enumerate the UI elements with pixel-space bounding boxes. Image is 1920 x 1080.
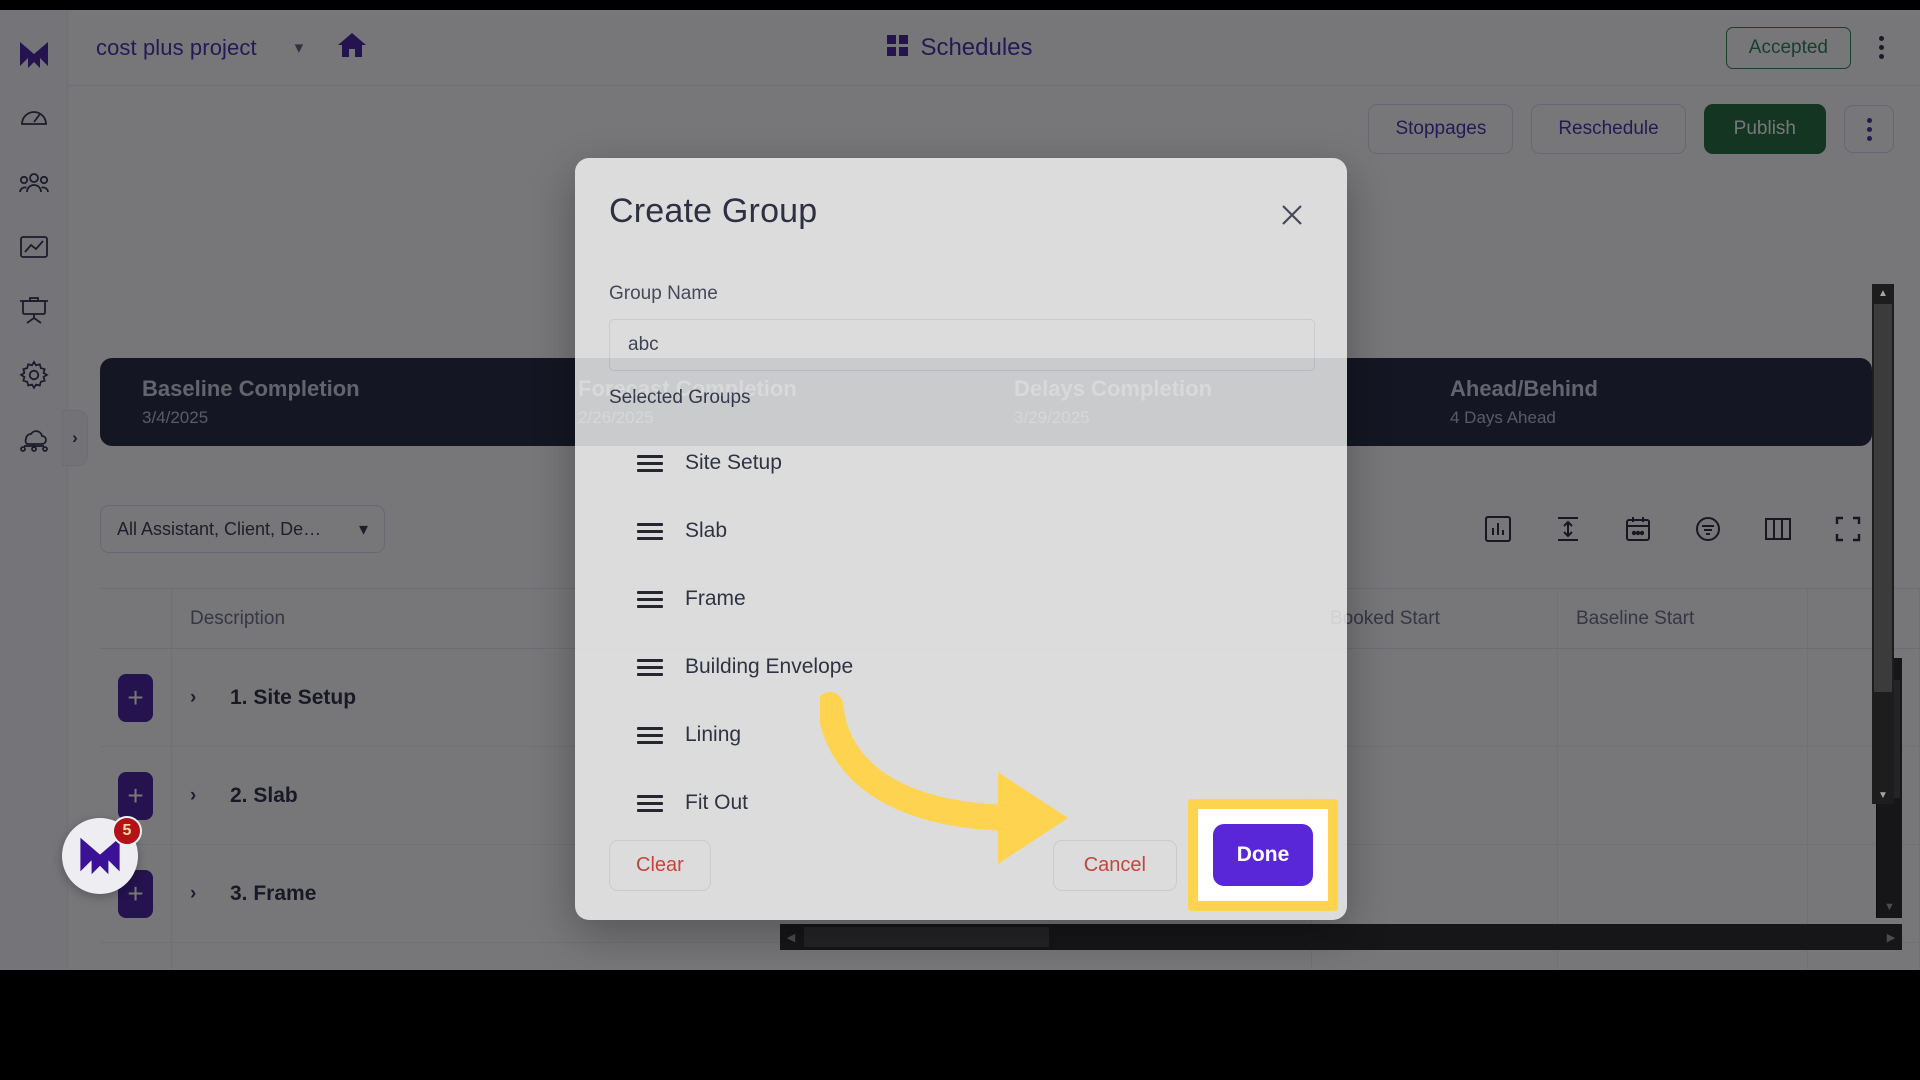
drag-handle-icon[interactable] [637, 726, 663, 744]
selected-groups-label: Selected Groups [609, 387, 751, 408]
letterbox-top [0, 0, 1920, 10]
group-name: Building Envelope [685, 655, 854, 678]
screen: › cost plus project ▾ Accepted Schedules… [0, 0, 1920, 1080]
list-item[interactable]: Site Setup [609, 429, 1313, 497]
scroll-up-arrow[interactable]: ▲ [1872, 284, 1894, 302]
group-name-input[interactable]: abc [609, 319, 1315, 371]
group-name: Frame [685, 587, 746, 610]
done-button-highlighted[interactable]: Done [1213, 824, 1313, 886]
group-name: Slab [685, 519, 728, 542]
drag-handle-icon[interactable] [637, 658, 663, 676]
list-item[interactable]: Slab [609, 497, 1313, 565]
drag-handle-icon[interactable] [637, 794, 663, 812]
scroll-down-arrow[interactable]: ▼ [1872, 786, 1894, 804]
annotation-arrow [820, 692, 1068, 864]
drag-handle-icon[interactable] [637, 522, 663, 540]
group-name: Site Setup [685, 451, 782, 474]
clear-button[interactable]: Clear [609, 839, 711, 891]
group-name: Lining [685, 723, 742, 746]
scrollbar-thumb[interactable] [1874, 304, 1892, 692]
list-item[interactable]: Frame [609, 565, 1313, 633]
chat-fab[interactable]: 5 [62, 816, 142, 894]
drag-handle-icon[interactable] [637, 590, 663, 608]
letterbox-bottom [0, 970, 1920, 1080]
group-name-label: Group Name [609, 283, 718, 304]
drag-handle-icon[interactable] [637, 454, 663, 472]
modal-list-scrollbar[interactable]: ▲ ▼ [1872, 284, 1894, 804]
chat-badge: 5 [112, 816, 142, 846]
modal-title: Create Group [609, 192, 818, 230]
close-icon[interactable] [1277, 200, 1307, 230]
